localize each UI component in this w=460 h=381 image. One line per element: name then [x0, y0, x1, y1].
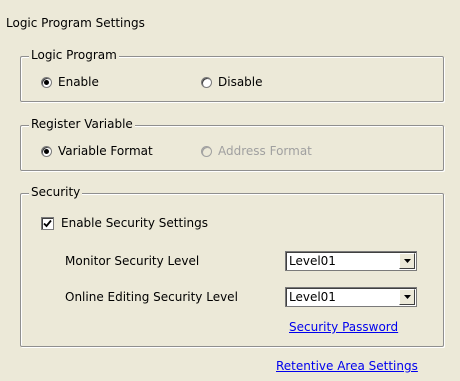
register-variable-legend: Register Variable: [29, 117, 135, 131]
monitor-security-level-select[interactable]: Level01: [285, 251, 417, 271]
radio-selected-icon[interactable]: [41, 145, 52, 157]
retentive-area-settings-link[interactable]: Retentive Area Settings: [276, 359, 418, 373]
logic-program-group: Logic Program Enable Disable: [20, 48, 444, 102]
radio-selected-icon[interactable]: [41, 76, 52, 88]
enable-radio-option[interactable]: Enable: [41, 75, 99, 89]
checkmark-icon: [43, 219, 52, 227]
variable-format-label[interactable]: Variable Format: [58, 144, 153, 158]
disable-radio-option[interactable]: Disable: [201, 75, 263, 89]
dropdown-arrow-icon[interactable]: [399, 289, 415, 305]
address-format-radio-option: Address Format: [201, 144, 312, 158]
security-group: Security Enable Security Settings Monito…: [20, 185, 444, 347]
monitor-security-level-label: Monitor Security Level: [65, 254, 200, 268]
address-format-label: Address Format: [218, 144, 312, 158]
enable-security-label[interactable]: Enable Security Settings: [61, 216, 208, 230]
online-editing-security-level-label: Online Editing Security Level: [65, 290, 238, 304]
disable-radio-label[interactable]: Disable: [218, 75, 263, 89]
monitor-security-level-value: Level01: [289, 254, 336, 268]
online-editing-security-level-select[interactable]: Level01: [285, 287, 417, 307]
register-variable-group: Register Variable Variable Format Addres…: [20, 117, 444, 171]
dialog-title: Logic Program Settings: [6, 16, 145, 30]
logic-program-legend: Logic Program: [29, 48, 119, 62]
security-password-link[interactable]: Security Password: [289, 320, 398, 334]
radio-unselected-icon[interactable]: [201, 76, 212, 88]
enable-security-checkbox[interactable]: [41, 216, 54, 230]
enable-radio-label[interactable]: Enable: [58, 75, 99, 89]
dropdown-arrow-icon[interactable]: [399, 253, 415, 269]
enable-security-checkbox-option[interactable]: Enable Security Settings: [41, 216, 208, 230]
security-legend: Security: [29, 185, 83, 199]
radio-unselected-icon: [201, 145, 212, 157]
variable-format-radio-option[interactable]: Variable Format: [41, 144, 153, 158]
online-editing-security-level-value: Level01: [289, 290, 336, 304]
